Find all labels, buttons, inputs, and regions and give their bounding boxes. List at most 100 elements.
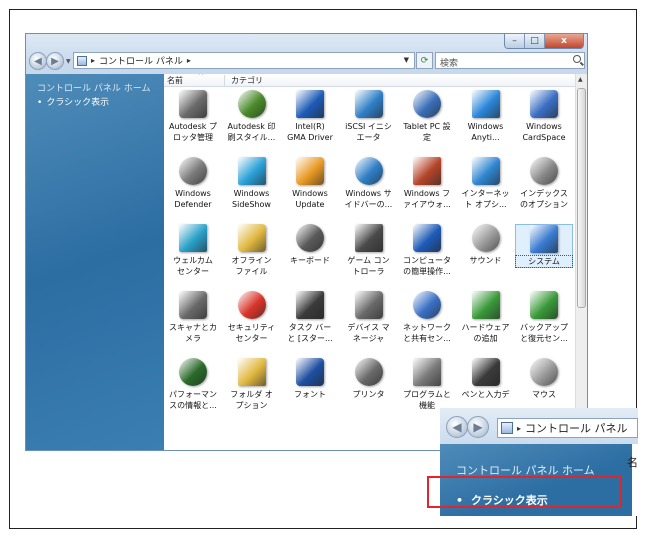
minimize-button[interactable]: – (505, 34, 525, 48)
item-label-line1: ハードウェア (461, 323, 510, 332)
system-icon (530, 225, 558, 253)
item-label-line1: ペンと入力デ (461, 390, 510, 399)
control-panel-item[interactable]: iSCSI イニシ エータ (340, 90, 398, 143)
cardspace-icon (530, 90, 558, 118)
item-label-line2: メラ (185, 334, 201, 343)
item-label: Windows Update (281, 188, 339, 210)
control-panel-home-link[interactable]: コントロール パネル ホーム (37, 81, 150, 94)
zoom-navigation-bar: ◀ ▶ ▸ コントロール パネル (440, 408, 638, 444)
column-category[interactable]: カテゴリ (224, 75, 263, 86)
control-panel-item[interactable]: Windows サイドバーの... (340, 157, 398, 210)
control-panel-item[interactable]: デバイス マネージャ (340, 291, 398, 344)
item-label-line1: Intel(R) (295, 122, 325, 131)
item-label-line2: Update (295, 200, 325, 209)
control-panel-item[interactable]: マウス (515, 358, 573, 400)
item-label-line1: セキュリティ (227, 323, 276, 332)
control-panel-item[interactable]: バックアップ と復元セン... (515, 291, 573, 344)
control-panel-item[interactable]: Autodesk 印刷スタイル... (223, 90, 281, 143)
scroll-thumb[interactable] (577, 88, 586, 308)
item-label-line2: SideShow (232, 200, 271, 209)
network-sharing-icon (413, 291, 441, 319)
search-icon[interactable] (573, 55, 581, 63)
item-label-line1: Windows (233, 189, 270, 198)
keyboard-icon (296, 224, 324, 252)
items-view: 名前 ^ カテゴリ Autodesk プロッタ管理 Autodesk 印刷スタイル… (164, 74, 575, 450)
item-label: Autodesk 印刷スタイル... (223, 121, 281, 143)
item-label-line2: のオプション (520, 200, 568, 209)
chevron-right-icon[interactable]: ▸ (187, 56, 191, 65)
maximize-button[interactable]: □ (525, 34, 545, 48)
item-label: Windows Defender (164, 188, 222, 210)
control-panel-item[interactable]: Windows SideShow (223, 157, 281, 210)
window-buttons: – □ x (504, 34, 584, 49)
control-panel-item[interactable]: フォント (281, 358, 339, 400)
control-panel-item[interactable]: Windows Anyti... (457, 90, 515, 143)
address-dropdown-icon[interactable]: ▼ (404, 56, 409, 64)
recent-pages-dropdown[interactable]: ▼ (66, 58, 71, 65)
defender-icon (179, 157, 207, 185)
control-panel-item[interactable]: ハードウェア の追加 (457, 291, 515, 344)
control-panel-item[interactable]: プログラムと 機能 (398, 358, 456, 411)
control-panel-item[interactable]: インデックス のオプション (515, 157, 573, 210)
close-button[interactable]: x (545, 34, 583, 48)
item-label-line2: と [スター... (287, 334, 333, 343)
control-panel-item[interactable]: ネットワーク と共有セン... (398, 291, 456, 344)
control-panel-item[interactable]: ペンと入力デ (457, 358, 515, 400)
item-label-line2: と共有セン... (403, 334, 451, 343)
back-button[interactable]: ◀ (29, 52, 47, 70)
control-panel-item[interactable]: プリンタ (340, 358, 398, 400)
item-label: インターネット オプシ... (457, 188, 515, 210)
item-label-line1: ネットワーク (403, 323, 451, 332)
folder-options-icon (237, 358, 266, 386)
breadcrumb-control-panel[interactable]: コントロール パネル (99, 54, 183, 67)
item-label-line1: プログラムと (403, 390, 451, 399)
item-label: バックアップ と復元セン... (515, 322, 573, 344)
printer-icon (354, 358, 383, 386)
control-panel-item[interactable]: セキュリティ センター (223, 291, 281, 344)
control-panel-item[interactable]: サウンド (457, 224, 515, 266)
control-panel-item[interactable]: ウェルカム センター (164, 224, 222, 277)
item-label-line2: ロッタ管理 (173, 133, 213, 142)
control-panel-item[interactable]: Tablet PC 設定 (398, 90, 456, 143)
control-panel-item[interactable]: Windows CardSpace (515, 90, 573, 143)
refresh-button[interactable]: ⟳ (416, 52, 433, 69)
tablet-pc-icon (413, 90, 441, 118)
control-panel-item[interactable]: Intel(R) GMA Driver (281, 90, 339, 143)
control-panel-item[interactable]: オフライン ファイル (223, 224, 281, 277)
item-label-line1: ゲーム コン (347, 256, 390, 265)
forward-button[interactable]: ▶ (46, 52, 64, 70)
chevron-right-icon[interactable]: ▸ (91, 56, 95, 65)
item-label: マウス (515, 389, 573, 400)
control-panel-item[interactable]: パフォーマン スの情報と... (164, 358, 222, 411)
control-panel-item[interactable]: インターネット オプシ... (457, 157, 515, 210)
control-panel-item[interactable]: ゲーム コン トローラ (340, 224, 398, 277)
control-panel-item[interactable]: スキャナとカ メラ (164, 291, 222, 344)
item-label-line1: フォルダ オ (230, 390, 273, 399)
control-panel-item[interactable]: キーボード (281, 224, 339, 266)
control-panel-item[interactable]: Windows Defender (164, 157, 222, 210)
classic-view-link[interactable]: クラシック表示 (37, 95, 109, 108)
item-label-line1: Tablet PC 設 (403, 122, 451, 131)
sound-icon (471, 224, 500, 252)
item-label-line1: デバイス マ (347, 323, 390, 332)
item-label-line2: の追加 (473, 334, 498, 343)
item-label-line2: Anyti... (471, 133, 500, 142)
control-panel-item[interactable]: タスク バーと [スター... (281, 291, 339, 344)
item-label: Windows CardSpace (515, 121, 573, 143)
scroll-up-icon[interactable]: ▲ (578, 76, 583, 83)
control-panel-item[interactable]: システム (515, 224, 573, 268)
search-box[interactable]: 検索 (435, 52, 585, 69)
control-panel-item[interactable]: フォルダ オプション (223, 358, 281, 411)
address-bar[interactable]: ▸ コントロール パネル ▸ ▼ (73, 52, 415, 69)
item-label: Tablet PC 設定 (398, 121, 456, 143)
windows-update-icon (296, 157, 324, 185)
control-panel-item[interactable]: コンピュータ の簡単操作... (398, 224, 456, 277)
control-panel-item[interactable]: Autodesk プロッタ管理 (164, 90, 222, 143)
vertical-scrollbar[interactable]: ▲ (575, 74, 587, 450)
item-label-line2: ファイル (235, 267, 268, 276)
item-label-line1: プリンタ (352, 390, 385, 399)
column-name[interactable]: 名前 (167, 75, 183, 86)
control-panel-item[interactable]: Windows Update (281, 157, 339, 210)
control-panel-item[interactable]: Windows ファイアウォ... (398, 157, 456, 210)
item-label: オフライン ファイル (223, 255, 281, 277)
